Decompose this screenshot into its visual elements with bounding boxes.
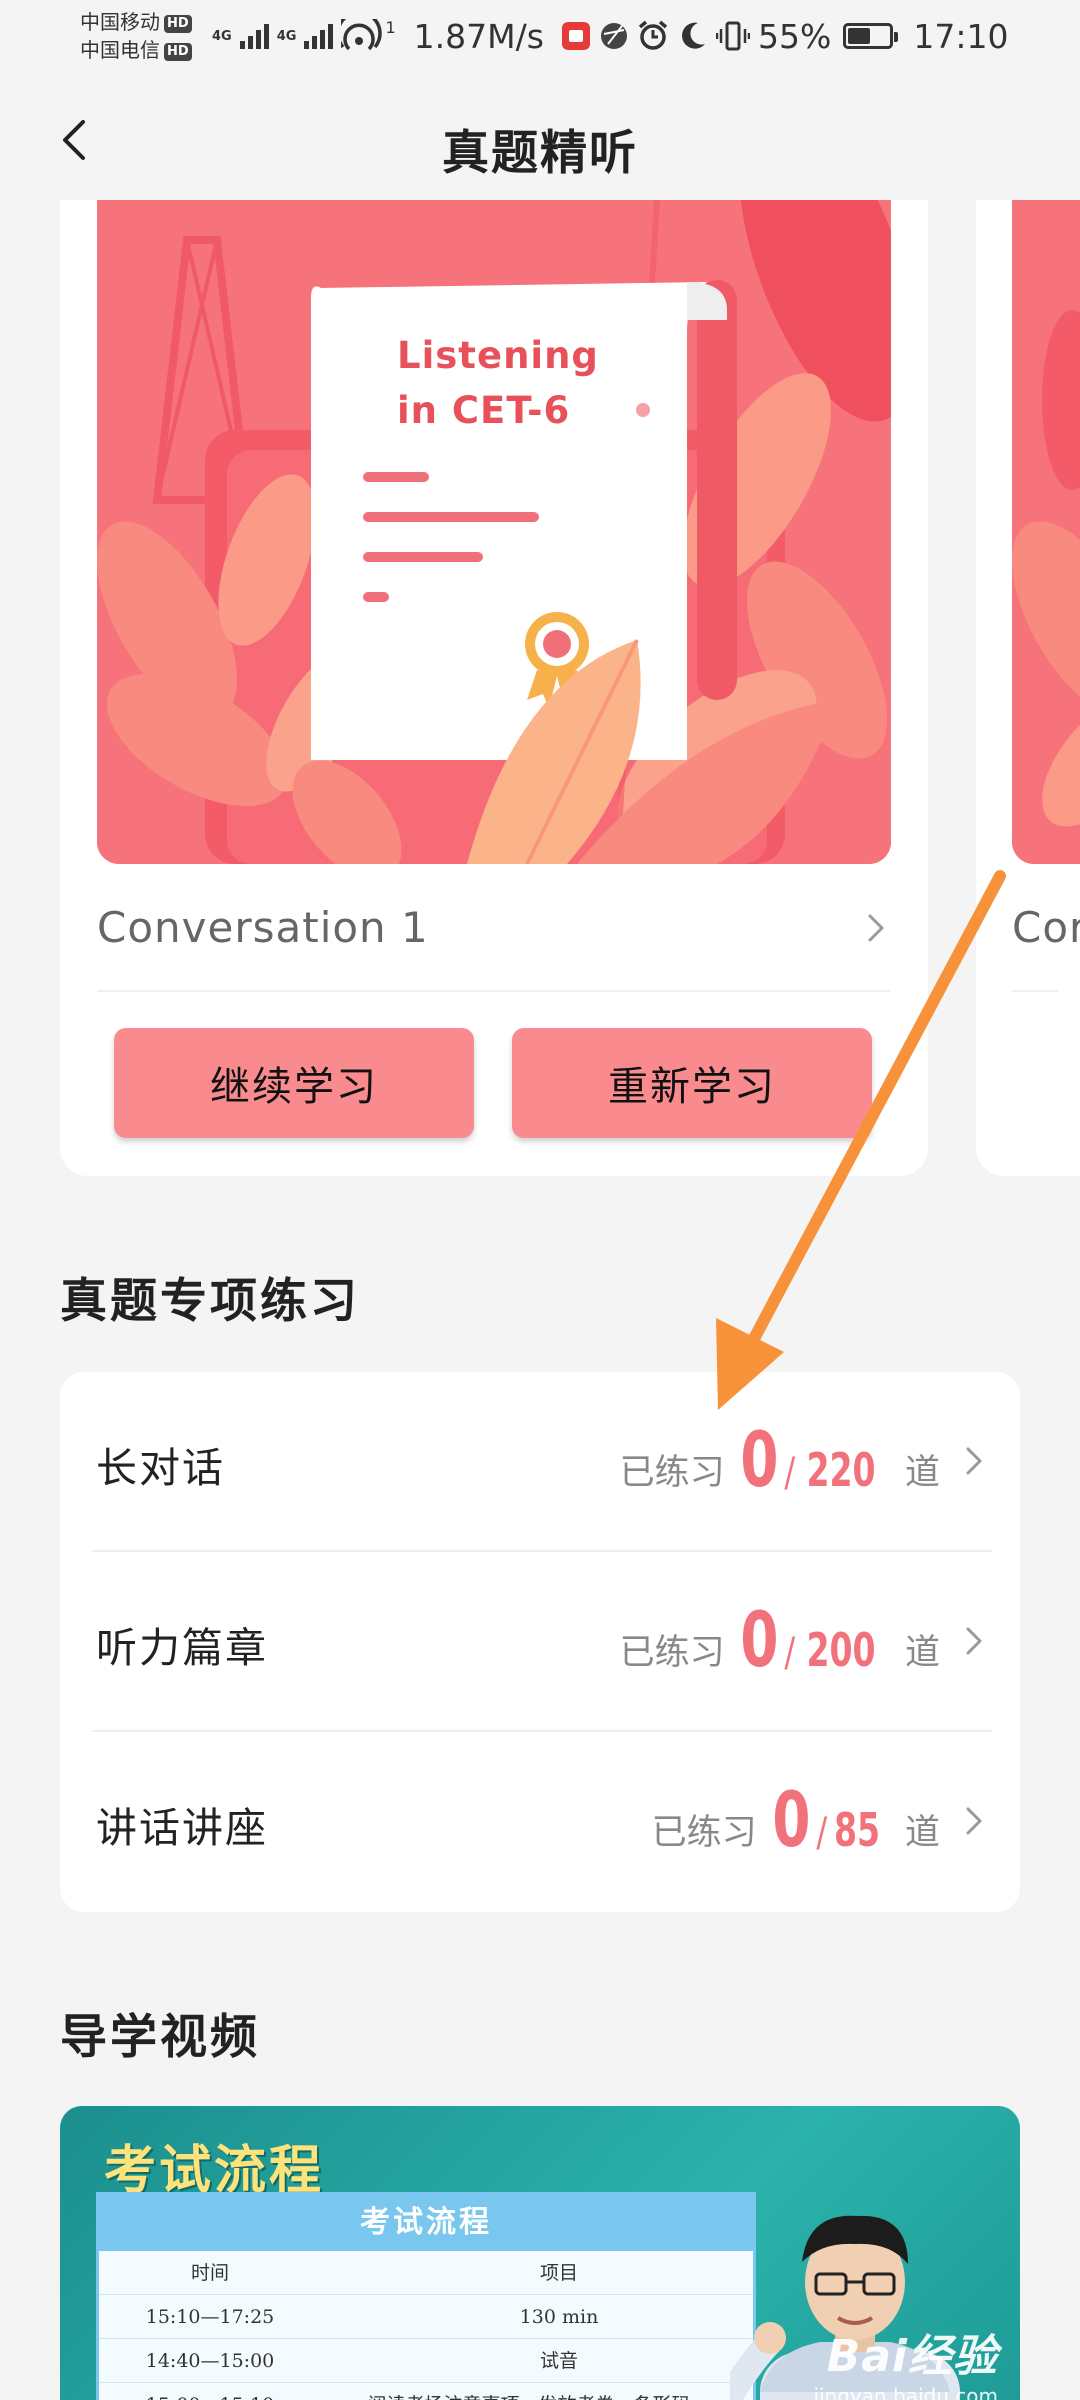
restart-learning-button[interactable]: 重新学习 <box>512 1028 872 1138</box>
course-card-next[interactable]: Cor <box>976 200 1080 1176</box>
browser-notification-icon <box>600 23 627 49</box>
course-name: Cor <box>1012 902 1080 952</box>
continue-learning-button[interactable]: 继续学习 <box>114 1028 474 1138</box>
count-unit: 道 <box>904 1813 940 1853</box>
network-type-1: 4G <box>212 28 232 44</box>
chevron-right-icon <box>966 1447 982 1475</box>
practice-item-long-dialogue[interactable]: 长对话 已练习 0 / 220 道 <box>60 1372 1020 1552</box>
section-title-practice: 真题专项练习 <box>60 1274 360 1329</box>
slide-cell-item: 阅读考场注意事项，发放考卷、条形码 <box>319 2383 739 2400</box>
slide-table-title: 考试流程 <box>99 2195 753 2251</box>
practiced-label: 已练习 <box>651 1813 757 1853</box>
watermark-url: jingyan.baidu.com <box>813 2384 998 2400</box>
practice-progress: 已练习 0 / 220 道 <box>620 1400 940 1520</box>
practiced-label: 已练习 <box>619 1453 725 1493</box>
alarm-icon <box>638 20 668 50</box>
practice-progress: 已练习 0 / 85 道 <box>652 1760 940 1880</box>
hotspot-icon <box>341 19 383 51</box>
practiced-label: 已练习 <box>619 1633 725 1673</box>
battery-icon <box>843 23 899 49</box>
course-title-row[interactable]: Conversation 1 <box>97 864 891 992</box>
signal-group: 4G 4G 1 1.87M/s <box>212 16 630 56</box>
cover-line-2: in CET-6 <box>397 389 571 432</box>
practiced-count: 0 <box>739 1415 779 1504</box>
signal-bars-icon <box>304 23 334 49</box>
practice-item-name: 听力篇章 <box>96 1624 268 1672</box>
cover-illustration <box>1012 200 1080 864</box>
cover-line-1: Listening <box>397 334 599 377</box>
slide-cell-time: 14:40—15:00 <box>145 2350 275 2372</box>
chevron-right-icon <box>966 1627 982 1655</box>
cover-illustration <box>97 200 891 864</box>
slide-col-time: 时间 <box>190 2262 229 2284</box>
course-cover-image <box>1012 200 1080 864</box>
chevron-right-icon <box>966 1807 982 1835</box>
guide-video-thumbnail[interactable]: 考试流程 考试流程 时间 项目 15:10—17:25 130 min 14:40—… <box>60 2106 1020 2400</box>
clock: 17:10 <box>913 16 1009 56</box>
app-screen: { "status_bar": { "carrier_1": "中国移动", "… <box>0 0 1080 2400</box>
page-title: 真题精听 <box>442 126 638 181</box>
count-separator: / <box>816 1810 828 1856</box>
watermark: Bai经验 jingyan.baidu.com <box>813 2320 998 2400</box>
network-speed: 1.87M/s <box>413 16 544 56</box>
total-count: 220 <box>806 1443 876 1497</box>
section-title-video: 导学视频 <box>60 2010 260 2065</box>
system-icons: 55% 17:10 <box>636 16 1008 56</box>
practice-progress: 已练习 0 / 200 道 <box>620 1580 940 1700</box>
practice-item-passage[interactable]: 听力篇章 已练习 0 / 200 道 <box>60 1552 1020 1732</box>
course-name: Conversation 1 <box>97 902 429 952</box>
practice-item-name: 讲话讲座 <box>96 1804 268 1852</box>
hotspot-count: 1 <box>385 17 396 37</box>
count-unit: 道 <box>904 1633 940 1673</box>
total-count: 85 <box>833 1803 881 1857</box>
count-separator: / <box>784 1450 796 1496</box>
slide-cell-item: 130 min <box>519 2306 599 2328</box>
count-unit: 道 <box>904 1453 940 1493</box>
practice-item-lecture[interactable]: 讲话讲座 已练习 0 / 85 道 <box>60 1732 1020 1912</box>
hd-badge: HD <box>164 42 192 61</box>
moon-icon <box>682 22 705 49</box>
watermark-logo: Bai经验 <box>826 2331 998 2382</box>
carrier-info: 中国移动 HD 中国电信 HD <box>80 8 192 64</box>
top-nav-bar: 真题精听 <box>0 100 1080 184</box>
total-count: 200 <box>806 1623 876 1677</box>
practiced-count: 0 <box>739 1595 779 1684</box>
hd-badge: HD <box>164 14 192 33</box>
cover-caption: Listening in CET-6 <box>397 328 599 438</box>
course-cover-image[interactable]: Listening in CET-6 <box>97 200 891 864</box>
vibrate-icon <box>716 21 750 51</box>
slide-cell-item: 试音 <box>539 2350 578 2372</box>
chevron-right-icon <box>868 914 884 942</box>
slide-col-item: 项目 <box>539 2262 578 2284</box>
notification-app-icon <box>561 22 590 50</box>
battery-fill <box>848 28 871 44</box>
video-slide-table: 考试流程 时间 项目 15:10—17:25 130 min 14:40—15:00… <box>96 2192 756 2400</box>
course-title-row: Cor <box>1012 864 1080 992</box>
practiced-count: 0 <box>771 1775 811 1864</box>
slide-cell-time: 15:00—15:10 <box>125 2383 295 2400</box>
count-separator: / <box>784 1630 796 1676</box>
slide-cell-time: 15:10—17:25 <box>145 2306 275 2328</box>
battery-percent: 55% <box>758 16 832 56</box>
practice-item-name: 长对话 <box>96 1444 225 1492</box>
status-bar: 中国移动 HD 中国电信 HD 4G 4G 1 1.87M/s 55% 17:10 <box>0 0 1080 76</box>
carrier-2: 中国电信 <box>80 38 160 62</box>
course-card: Listening in CET-6 Conversation 1 继续学习 重… <box>60 200 928 1176</box>
carrier-1: 中国移动 <box>80 10 160 34</box>
signal-bars-icon <box>239 23 269 49</box>
network-type-2: 4G <box>276 28 297 44</box>
practice-list: 长对话 已练习 0 / 220 道 听力篇章 已练习 0 / 200 道 讲话讲… <box>60 1372 1020 1912</box>
